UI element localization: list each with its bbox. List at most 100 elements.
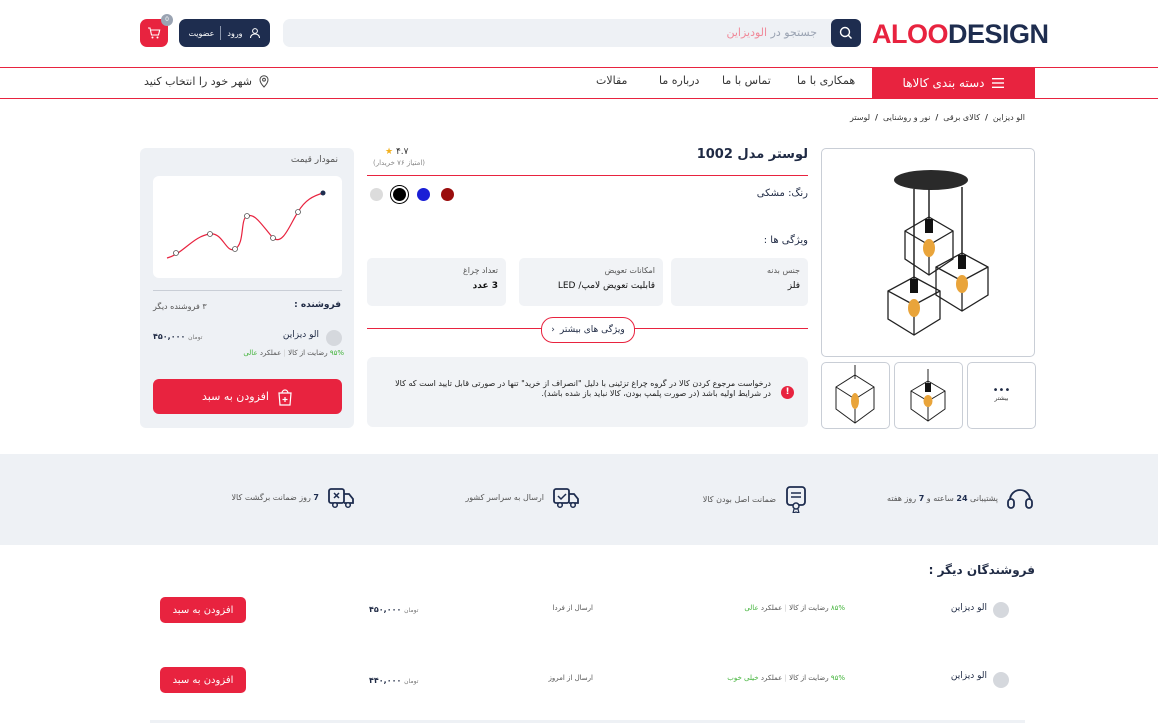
feature-replacement: امکانات تعویض قابلیت تعویض لامپ/ LED	[519, 258, 663, 306]
lamp-thumbnail	[835, 365, 875, 424]
stats-divider: |	[784, 674, 787, 682]
bag-plus-icon	[278, 388, 292, 406]
nav-item-articles[interactable]: مقالات	[596, 74, 627, 87]
price-chart[interactable]	[153, 176, 342, 278]
nav-item-cooperation[interactable]: همکاری با ما	[797, 74, 855, 87]
other-sellers-link[interactable]: ۳ فروشنده دیگر	[153, 302, 207, 311]
login-signup-button[interactable]: ورود عضویت	[179, 19, 270, 47]
categories-label: دسته بندی کالاها	[902, 75, 985, 90]
login-label[interactable]: ورود	[227, 29, 242, 38]
satisfaction-pct: ۸۵%	[830, 604, 845, 612]
return-notice-text: درخواست مرجوع کردن کالا در گروه چراغ تزئ…	[395, 379, 771, 398]
features-label: ویژگی ها :	[763, 235, 808, 246]
performance-label: عملکرد	[760, 674, 783, 682]
seller-stats: ۹۵% رضایت از کالا | عملکرد خیلی خوب	[727, 674, 845, 682]
more-features-button[interactable]: ویژگی های بیشتر ‹	[541, 317, 635, 343]
cart-count-badge: 0	[161, 14, 173, 26]
seller-name[interactable]: الو دیزاین	[283, 330, 319, 340]
add-to-cart-button[interactable]: افزودن به سبد	[160, 667, 246, 693]
chandelier-image	[887, 170, 989, 336]
color-swatch-black-selected[interactable]	[393, 188, 406, 201]
currency-label: تومان	[188, 334, 203, 341]
search-button[interactable]	[831, 19, 861, 47]
city-selector[interactable]: شهر خود را انتخاب کنید	[144, 74, 270, 88]
chevron-left-icon: ‹	[551, 325, 555, 335]
logo-part1: ALOO	[872, 19, 949, 49]
rating-value: ۴.۷	[395, 147, 409, 157]
service-support-hours: 24	[956, 493, 968, 503]
feature-value: 3 عدد	[472, 281, 498, 291]
cart-icon	[148, 27, 161, 39]
service-shipping-text: ارسال به سراسر کشور	[465, 492, 544, 502]
shipping-time: ارسال از امروز	[548, 674, 593, 682]
certificate-icon	[786, 486, 806, 513]
service-authenticity-text: ضمانت اصل بودن کالا	[702, 494, 776, 504]
price-value: ۴۵۰,۰۰۰	[153, 332, 186, 341]
product-main-image[interactable]	[821, 148, 1035, 357]
delivery-truck-check-icon	[553, 488, 579, 509]
breadcrumb-item-electrical[interactable]: کالای برقی	[943, 113, 980, 122]
service-support: پشتیبانی 24 ساعته و 7 روز هفته	[887, 485, 1034, 511]
performance-value: عالی	[744, 604, 759, 612]
add-to-cart-label: افزودن به سبد	[202, 390, 269, 403]
service-return: 7 روز ضمانت برگشت کالا	[231, 485, 355, 509]
seller-avatar	[993, 672, 1009, 688]
logo[interactable]: ALOODESIGN	[872, 18, 1049, 50]
bottom-divider	[150, 720, 1025, 723]
more-dots-icon: •••	[992, 385, 1011, 396]
thumbnail-more[interactable]: ••• بیشتر	[967, 362, 1036, 429]
nav-item-contact[interactable]: تماس با ما	[722, 74, 771, 87]
nav-item-about[interactable]: درباره ما	[659, 74, 699, 87]
performance-label: عملکرد	[760, 604, 783, 612]
breadcrumb-separator: /	[875, 113, 878, 122]
seller-price: تومان ۴۵۰,۰۰۰	[153, 332, 202, 341]
more-images-label: بیشتر	[994, 395, 1009, 402]
feature-value: فلز	[787, 281, 800, 291]
price-chart-title: نمودار قیمت	[290, 155, 338, 165]
breadcrumb-item-home[interactable]: الو دیزاین	[993, 113, 1025, 122]
breadcrumb-separator: /	[985, 113, 988, 122]
signup-label[interactable]: عضویت	[188, 29, 214, 38]
product-rating: ★ ۴.۷	[385, 147, 408, 157]
user-icon	[249, 28, 260, 39]
lamp-thumbnail	[910, 369, 946, 422]
service-authenticity: ضمانت اصل بودن کالا	[703, 485, 808, 513]
service-return-text: 7 روز ضمانت برگشت کالا	[231, 493, 319, 502]
performance-label: عملکرد	[259, 349, 282, 357]
delivery-truck-return-icon	[328, 488, 354, 509]
search-placeholder: جستجو در الودیزاین	[726, 26, 817, 39]
star-icon: ★	[385, 147, 394, 157]
city-label: شهر خود را انتخاب کنید	[144, 74, 252, 88]
thumbnail-image[interactable]	[894, 362, 963, 429]
color-swatch-gray[interactable]	[370, 188, 383, 201]
login-divider	[220, 26, 222, 40]
add-to-cart-button[interactable]: افزودن به سبد	[160, 597, 246, 623]
color-label: رنگ: مشکی	[756, 188, 808, 199]
seller-stats: ۸۵% رضایت از کالا | عملکرد عالی	[744, 604, 845, 612]
service-support-pre: پشتیبانی	[967, 493, 998, 503]
feature-value: قابلیت تعویض لامپ/ LED	[557, 281, 655, 291]
other-sellers-title: فروشندگان دیگر :	[928, 563, 1035, 577]
product-title: لوستر مدل 1002	[696, 147, 808, 162]
service-support-text: پشتیبانی 24 ساعته و 7 روز هفته	[887, 494, 998, 503]
breadcrumb-item-lighting[interactable]: نور و روشنایی	[883, 113, 930, 122]
performance-value: عالی	[243, 349, 258, 357]
stats-divider: |	[283, 349, 286, 357]
currency-label: تومان	[404, 607, 419, 614]
thumbnail-image[interactable]	[821, 362, 890, 429]
service-shipping: ارسال به سراسر کشور	[465, 485, 580, 509]
color-swatch-blue[interactable]	[417, 188, 430, 201]
satisfaction-label: رضایت از کالا	[789, 674, 829, 682]
service-return-days: 7	[313, 492, 319, 502]
categories-menu-button[interactable]: دسته بندی کالاها	[872, 67, 1035, 98]
satisfaction-label: رضایت از کالا	[288, 349, 328, 357]
more-features-label: ویژگی های بیشتر	[559, 325, 625, 335]
logo-part2: DESIGN	[948, 19, 1049, 49]
color-swatch-red[interactable]	[441, 188, 454, 201]
breadcrumb-item-chandelier[interactable]: لوستر	[850, 113, 870, 122]
price-value: ۴۴۰,۰۰۰	[369, 676, 402, 685]
headset-icon	[1007, 489, 1033, 509]
seller-name[interactable]: الو دیزاین	[951, 603, 987, 613]
seller-name[interactable]: الو دیزاین	[951, 671, 987, 681]
add-to-cart-button[interactable]: افزودن به سبد	[153, 379, 342, 414]
